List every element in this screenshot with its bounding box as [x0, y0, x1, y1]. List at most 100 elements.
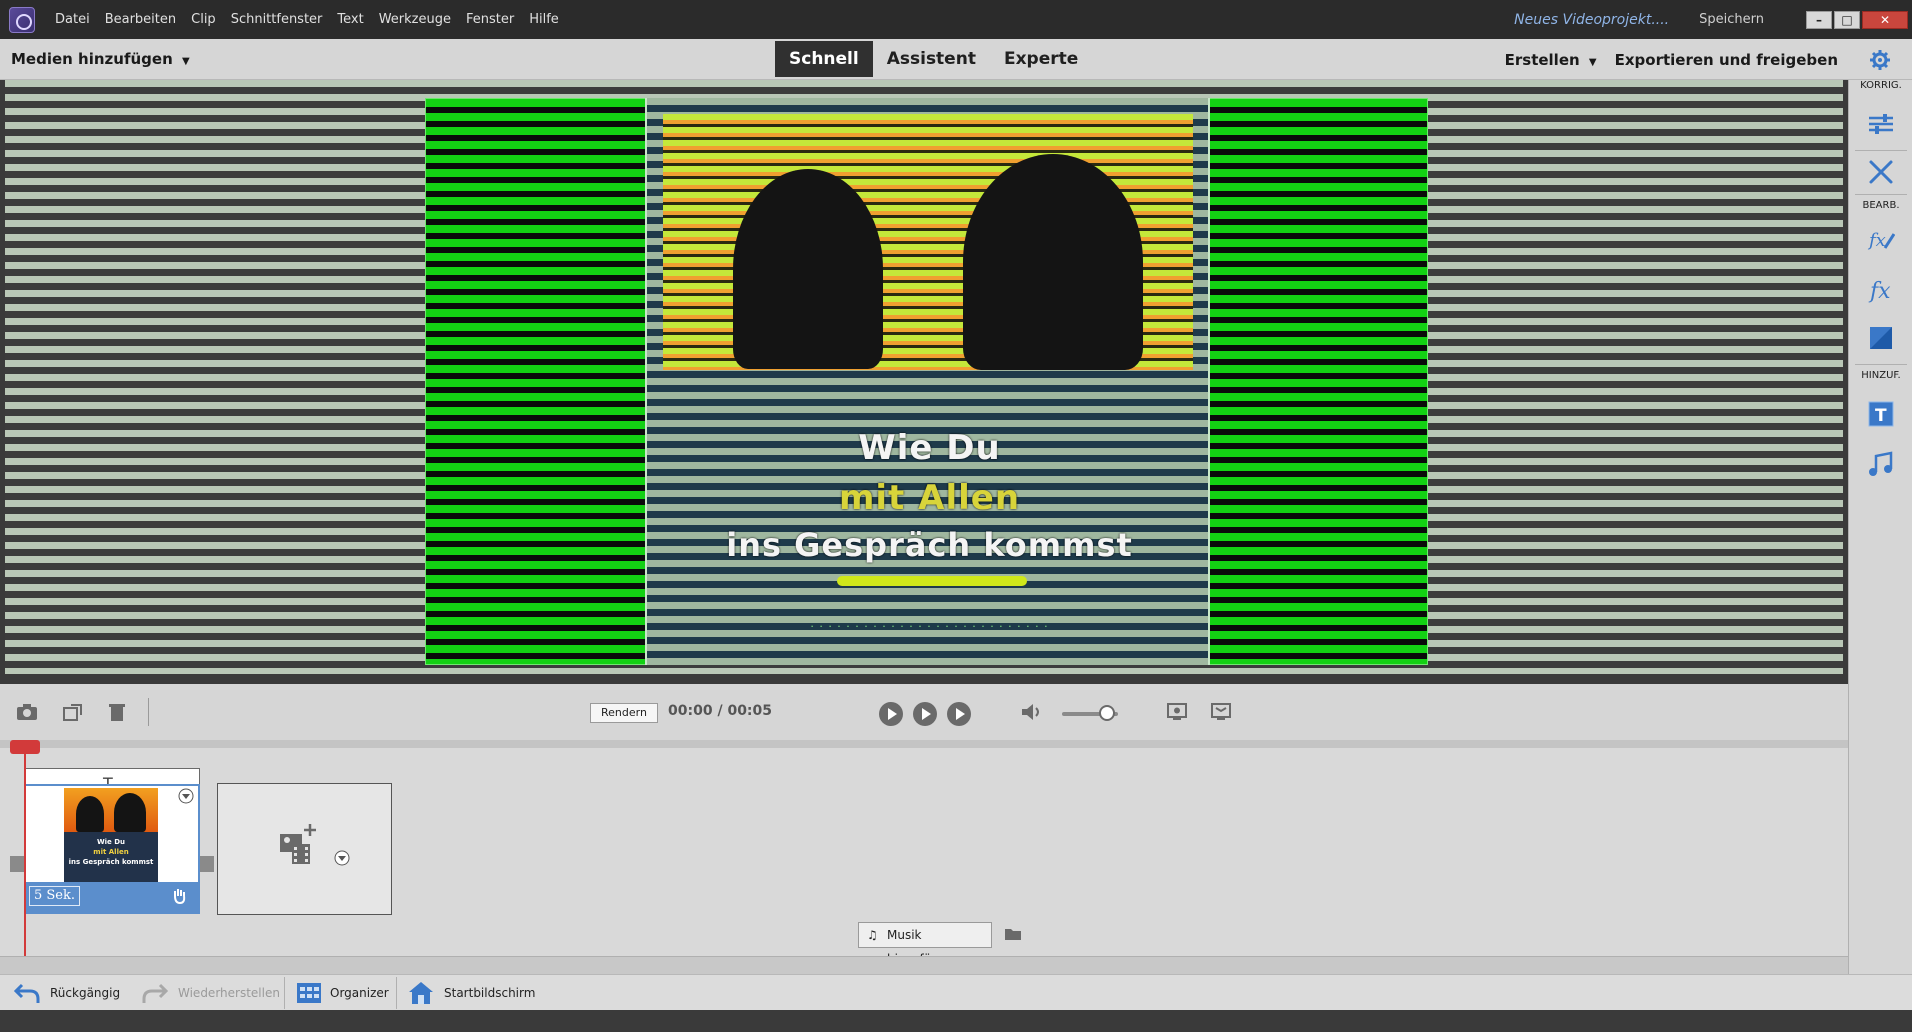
panel-divider: [1855, 150, 1907, 151]
hand-icon[interactable]: [170, 887, 188, 905]
person-silhouette: [733, 169, 883, 369]
preview-headline-2: mit Allen: [838, 478, 1021, 518]
clip-trim-handle-left[interactable]: [10, 856, 24, 872]
menu-datei[interactable]: Datei: [55, 12, 90, 27]
color-icon[interactable]: [1867, 324, 1895, 352]
preview-underline: [837, 576, 1027, 586]
timecode: 00:00 / 00:05: [668, 703, 772, 719]
undo-icon: [14, 983, 40, 1003]
organizer-label: Organizer: [330, 986, 389, 1000]
svg-text:fx: fx: [1867, 230, 1886, 251]
fx-edit-icon[interactable]: fx: [1867, 226, 1895, 254]
camera-icon[interactable]: [16, 702, 38, 722]
person-silhouette: [76, 796, 104, 832]
svg-text:fx: fx: [1868, 279, 1891, 304]
trash-icon[interactable]: [106, 702, 128, 722]
menu-hilfe[interactable]: Hilfe: [529, 12, 559, 27]
bottom-divider: [284, 977, 285, 1009]
clip-thumb-line2: mit Allen: [93, 848, 129, 856]
play-icon[interactable]: [913, 702, 937, 726]
menu-schnittfenster[interactable]: Schnittfenster: [231, 12, 323, 27]
menu-clip[interactable]: Clip: [191, 12, 216, 27]
music-note-icon: ♫: [867, 928, 878, 942]
redo-label: Wiederherstellen: [178, 986, 280, 1000]
tab-experte[interactable]: Experte: [990, 41, 1092, 77]
right-panel: KORRIG. BEARB. fx fx HINZUF. T: [1848, 80, 1912, 974]
skip-back-icon[interactable]: [879, 702, 903, 726]
video-clip[interactable]: Wie Du mit Allen ins Gespräch kommst 5 S…: [10, 784, 214, 914]
redo-button[interactable]: Wiederherstellen: [142, 975, 280, 1011]
menu-text[interactable]: Text: [337, 12, 363, 27]
maximize-icon[interactable]: □: [1834, 10, 1860, 29]
fx-icon[interactable]: fx: [1867, 276, 1895, 304]
chevron-down-icon: ▼: [182, 56, 190, 67]
export-button[interactable]: Exportieren und freigeben: [1615, 51, 1838, 69]
panel-divider: [1855, 364, 1907, 365]
menu-werkzeuge[interactable]: Werkzeuge: [379, 12, 451, 27]
clip-footer: 5 Sek.: [26, 882, 198, 912]
settings-monitor-icon[interactable]: [1166, 702, 1188, 722]
clip-duration[interactable]: 5 Sek.: [29, 886, 81, 906]
playback-controls: Rendern 00:00 / 00:05: [0, 684, 1848, 740]
create-button[interactable]: Erstellen ▼: [1505, 51, 1597, 69]
gear-icon[interactable]: [1870, 49, 1890, 70]
title-right: Neues Videoprojekt.... Speichern – □ ✕: [1514, 0, 1912, 39]
rotate-icon[interactable]: [62, 702, 84, 722]
skip-forward-icon[interactable]: [947, 702, 971, 726]
preview-headline-1: Wie Du: [858, 428, 1001, 468]
app-logo-icon: [9, 6, 35, 33]
timeline-ruler[interactable]: [0, 740, 1848, 748]
mode-tabs: Schnell Assistent Experte: [775, 41, 1092, 77]
tools-icon[interactable]: [1867, 158, 1895, 186]
current-time: 00:00: [668, 703, 713, 719]
time-separator: /: [717, 703, 723, 719]
preview-monitor[interactable]: Wie Du mit Allen ins Gespräch kommst · ·…: [5, 80, 1843, 674]
preview-photo: [663, 114, 1193, 370]
undo-button[interactable]: Rückgängig: [14, 975, 120, 1011]
add-media-slot[interactable]: [217, 783, 392, 915]
preview-headline-3: ins Gespräch kommst: [726, 526, 1133, 564]
preview-subline: · · · · · · · · · · · · · · · · · · · · …: [810, 620, 1049, 633]
organizer-button[interactable]: Organizer: [296, 975, 389, 1011]
music-note-icon[interactable]: [1867, 450, 1895, 478]
close-icon[interactable]: ✕: [1862, 10, 1908, 29]
status-bar: [0, 1010, 1912, 1032]
person-silhouette: [963, 154, 1143, 370]
panel-divider: [1855, 194, 1907, 195]
main-toolbar: Medien hinzufügen ▼ Schnell Assistent Ex…: [0, 39, 1912, 80]
tab-schnell[interactable]: Schnell: [775, 41, 873, 77]
menu-fenster[interactable]: Fenster: [466, 12, 514, 27]
chevron-down-icon[interactable]: [178, 788, 194, 804]
chevron-down-icon[interactable]: [334, 850, 350, 866]
volume-icon[interactable]: [1020, 702, 1042, 722]
timeline-scrollbar[interactable]: [0, 956, 1848, 974]
add-media-film-icon: [280, 824, 316, 864]
section-korrig: KORRIG.: [1860, 80, 1902, 91]
folder-icon[interactable]: [1004, 926, 1022, 942]
clip-trim-handle-right[interactable]: [200, 856, 214, 872]
toolbar-right: Erstellen ▼ Exportieren und freigeben: [1505, 39, 1912, 80]
total-time: 00:05: [727, 703, 773, 719]
render-button[interactable]: Rendern: [590, 703, 658, 723]
project-name[interactable]: Neues Videoprojekt....: [1514, 12, 1669, 28]
bottom-divider: [396, 977, 397, 1009]
home-button[interactable]: Startbildschirm: [408, 975, 535, 1011]
undo-label: Rückgängig: [50, 986, 121, 1000]
tab-assistent[interactable]: Assistent: [873, 41, 990, 77]
save-button[interactable]: Speichern: [1699, 12, 1764, 27]
volume-slider-handle[interactable]: [1098, 705, 1115, 721]
adjust-sliders-icon[interactable]: [1867, 110, 1895, 138]
menu-bearbeiten[interactable]: Bearbeiten: [105, 12, 176, 27]
timeline: T Wie Du mit Allen ins Gespräch kommst 5…: [0, 740, 1848, 974]
fullscreen-icon[interactable]: [1210, 702, 1232, 722]
clip-thumb-line1: Wie Du: [96, 838, 126, 846]
controls-divider: [148, 698, 149, 726]
organizer-grid-icon: [297, 983, 321, 1003]
minimize-icon[interactable]: –: [1806, 10, 1832, 29]
playhead[interactable]: [24, 740, 26, 956]
add-media-button[interactable]: Medien hinzufügen ▼: [11, 50, 190, 68]
app-window: Datei Bearbeiten Clip Schnittfenster Tex…: [0, 0, 1912, 1032]
title-text-icon[interactable]: T: [1867, 400, 1895, 428]
add-music-button[interactable]: ♫ Musik hinzufügen: [858, 922, 992, 966]
redo-icon: [142, 983, 168, 1003]
